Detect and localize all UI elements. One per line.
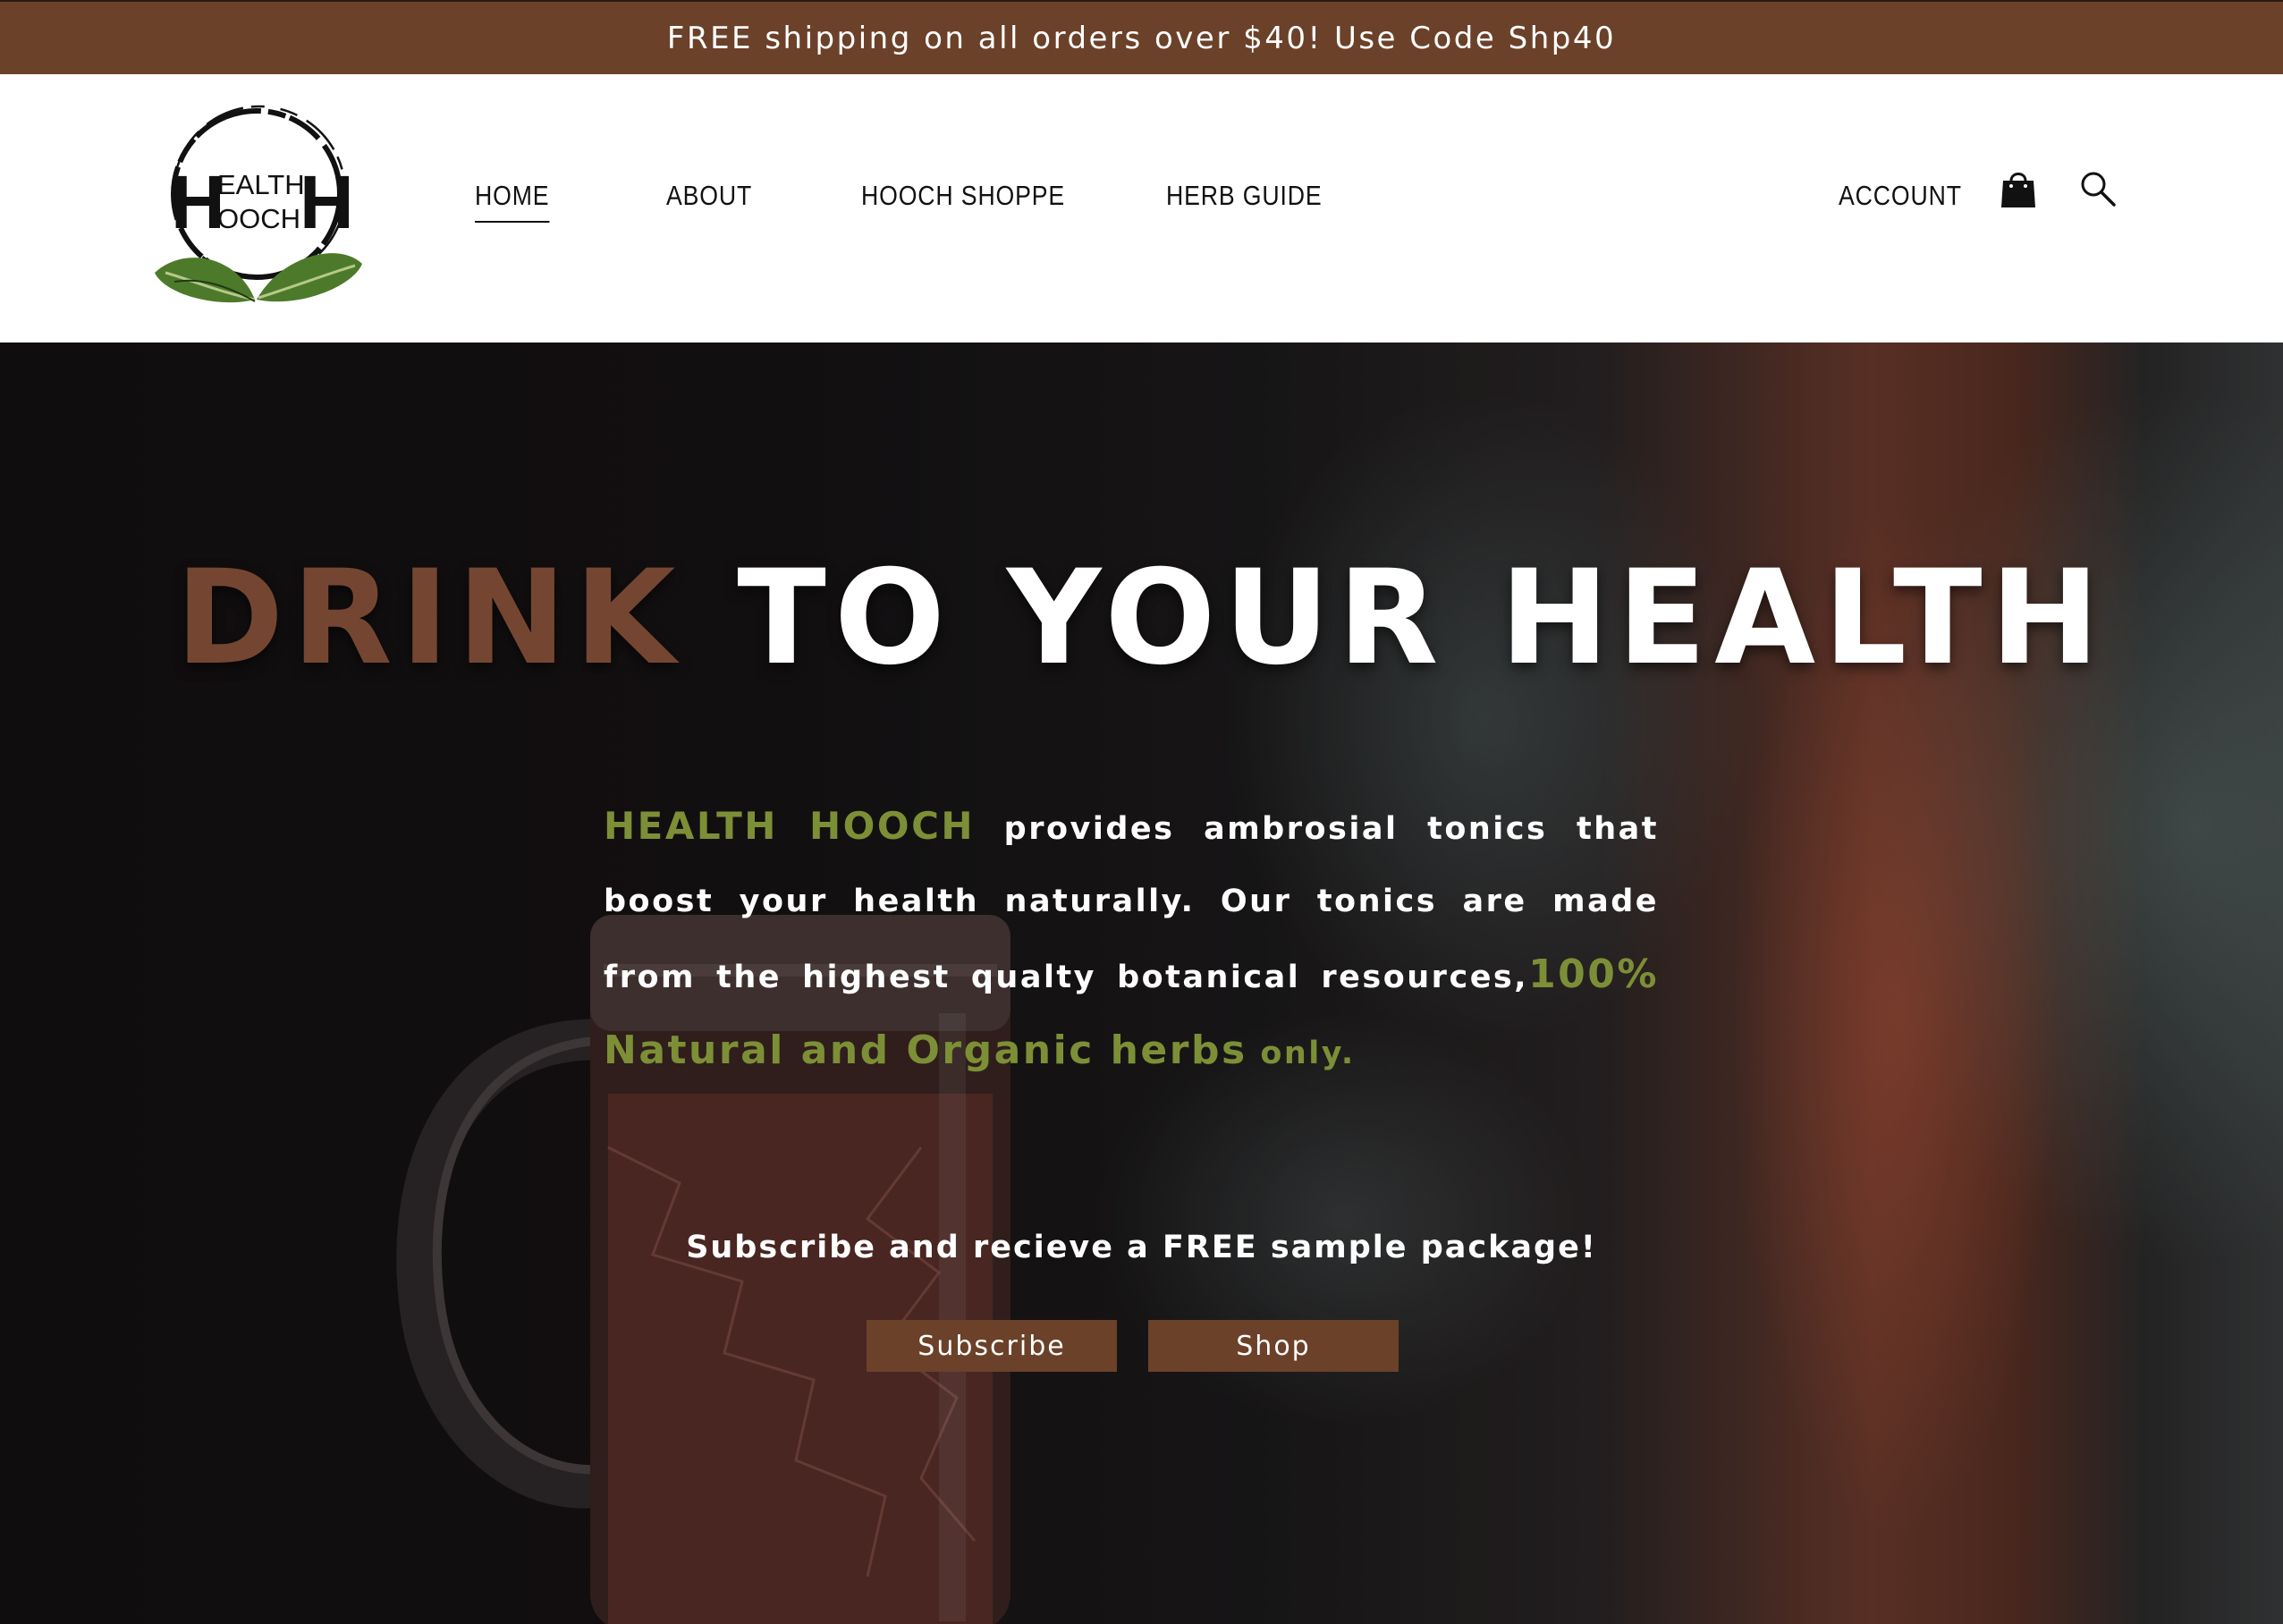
search-icon[interactable] [2078, 169, 2118, 208]
hero-description: HEALTH HOOCH provides ambrosial tonics t… [604, 790, 1659, 1090]
shopping-bag-icon[interactable] [1999, 166, 2038, 211]
nav-hooch-shoppe[interactable]: HOOCH SHOPPE [861, 180, 1065, 223]
hero-title-rest: TO YOUR HEALTH [683, 542, 2108, 694]
logo-line2: OOCH [217, 203, 300, 234]
nav-account[interactable]: ACCOUNT [1839, 180, 1962, 223]
logo-emblem: H H EALTH OOCH [155, 105, 362, 303]
hero-body-text-2: only. [1247, 1036, 1356, 1071]
site-header: H H EALTH OOCH HOME ABOUT HOOCH SHOPPE H… [0, 74, 2283, 343]
nav-herb-guide[interactable]: HERB GUIDE [1166, 180, 1323, 223]
promo-bar: FREE shipping on all orders over $40! Us… [0, 0, 2283, 74]
shop-button[interactable]: Shop [1148, 1320, 1399, 1372]
hero-title: DRINK TO YOUR HEALTH [0, 553, 2283, 683]
subscribe-promo-text: Subscribe and recieve a FREE sample pack… [686, 1230, 1597, 1265]
nav-about[interactable]: ABOUT [666, 180, 752, 223]
logo-right-letter: H [300, 160, 354, 244]
hero-title-accent: DRINK [175, 542, 684, 694]
subscribe-button[interactable]: Subscribe [867, 1320, 1117, 1372]
promo-text: FREE shipping on all orders over $40! Us… [666, 20, 1617, 56]
logo[interactable]: H H EALTH OOCH [148, 94, 371, 317]
logo-line1: EALTH [217, 169, 305, 200]
nav-home[interactable]: HOME [475, 180, 550, 223]
hero-section: DRINK TO YOUR HEALTH HEALTH HOOCH provid… [0, 343, 2283, 1624]
hero-brand-name: HEALTH HOOCH [604, 804, 976, 848]
